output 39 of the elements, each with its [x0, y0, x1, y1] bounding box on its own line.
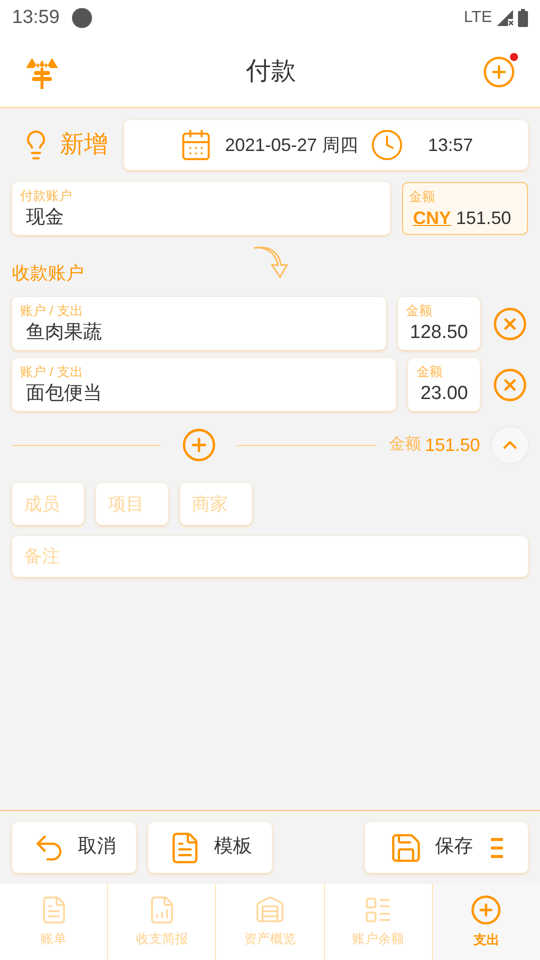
- collapse-button[interactable]: [492, 427, 528, 463]
- amount-field[interactable]: 金额 128.50: [398, 297, 480, 350]
- tag-field[interactable]: 商家: [180, 483, 252, 525]
- signal-icon: [496, 9, 514, 27]
- payer-account-field[interactable]: 付款账户 现金: [12, 182, 390, 235]
- account-field[interactable]: 账户 / 支出 面包便当: [12, 358, 396, 411]
- add-icon: [482, 54, 516, 88]
- page-title: 付款: [246, 56, 296, 87]
- app-notification-icon: [72, 8, 92, 28]
- datetime-card[interactable]: 2021-05-27 周四 13:57: [124, 120, 528, 170]
- close-icon: [492, 306, 528, 342]
- amount-field[interactable]: 金额 23.00: [408, 358, 480, 411]
- close-icon: [492, 366, 528, 402]
- remove-button[interactable]: [492, 366, 528, 402]
- total-label: 金额: [388, 434, 421, 455]
- battery-icon: [518, 9, 528, 27]
- cancel-button[interactable]: 取消: [12, 822, 136, 873]
- down-arrow-icon: [252, 245, 288, 279]
- mode-label: 新增: [60, 130, 108, 160]
- date-text: 2021-05-27 周四: [224, 134, 358, 156]
- menu-icon: [490, 836, 504, 858]
- tag-field[interactable]: 成员: [12, 483, 84, 525]
- amount-field[interactable]: 金额 CNY 151.50: [402, 182, 528, 235]
- time-text: 13:57: [428, 134, 474, 156]
- save-button[interactable]: 保存: [365, 822, 528, 873]
- total-amount: 151.50: [424, 434, 480, 456]
- add-icon: [470, 894, 502, 926]
- add-icon: [180, 427, 217, 463]
- network-label: LTE: [464, 8, 492, 28]
- account-field[interactable]: 账户 / 支出 鱼肉果蔬: [12, 297, 386, 350]
- clock-icon: [370, 128, 404, 162]
- template-button[interactable]: 模板: [148, 822, 272, 873]
- tag-field[interactable]: 项目: [96, 483, 168, 525]
- section-title: 收款账户: [12, 262, 84, 285]
- memo-field[interactable]: 备注: [12, 536, 528, 577]
- status-time: 13:59: [12, 6, 60, 30]
- add-button[interactable]: [482, 54, 516, 88]
- add-payee-button[interactable]: [180, 427, 217, 463]
- remove-button[interactable]: [492, 306, 528, 342]
